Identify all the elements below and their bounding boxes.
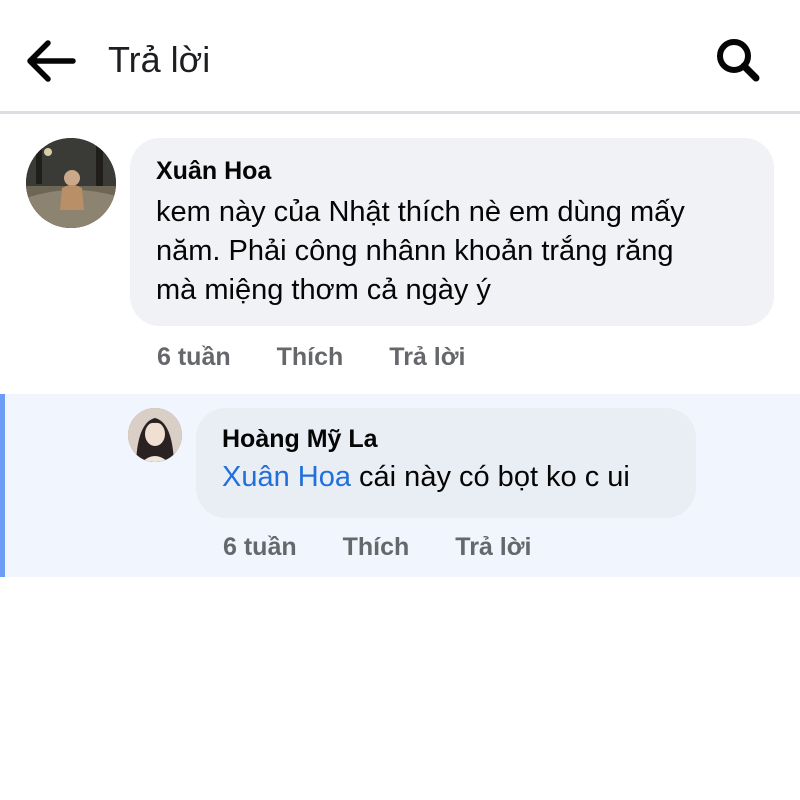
comment-text-line: kem này của Nhật thích nè em dùng mấy [156,196,685,228]
back-button[interactable] [22,32,80,90]
comment-bubble: Xuân Hoa kem này của Nhật thích nè em dù… [130,138,774,326]
mention-link[interactable]: Xuân Hoa [222,461,351,493]
avatar[interactable] [26,138,116,228]
comment-author[interactable]: Xuân Hoa [156,156,271,186]
comment-author[interactable]: Hoàng Mỹ La [222,424,378,454]
avatar-photo [26,138,116,228]
like-button[interactable]: Thích [343,532,410,562]
highlight-bar [0,394,5,577]
reply-comment: Hoàng Mỹ La Xuân Hoa cái này có bọt ko c… [0,394,800,577]
page-title: Trả lời [108,39,211,80]
avatar[interactable] [128,408,182,462]
arrow-left-icon [27,40,76,82]
comment-actions: 6 tuần Thích Trả lời [157,342,465,372]
comment-text: Xuân Hoa cái này có bọt ko c ui [222,458,630,497]
top-bar: Trả lời [0,0,800,114]
comment-text: kem này của Nhật thích nè em dùng mấy nă… [156,193,746,310]
like-button[interactable]: Thích [277,342,344,372]
comment-text-line: năm. Phải công nhânn khoản trắng răng [156,235,674,267]
search-icon [717,39,760,82]
comment: Xuân Hoa kem này của Nhật thích nè em dù… [0,118,800,394]
comment-text-line: mà miệng thơm cả ngày ý [156,274,491,306]
avatar-photo [128,408,182,462]
comment-bubble: Hoàng Mỹ La Xuân Hoa cái này có bọt ko c… [196,408,696,518]
comment-text-body: cái này có bọt ko c ui [351,461,630,493]
reply-button[interactable]: Trả lời [455,532,531,562]
comment-actions: 6 tuần Thích Trả lời [223,532,531,562]
comment-timestamp[interactable]: 6 tuần [223,532,297,562]
search-button[interactable] [708,30,768,90]
comment-timestamp[interactable]: 6 tuần [157,342,231,372]
reply-button[interactable]: Trả lời [389,342,465,372]
